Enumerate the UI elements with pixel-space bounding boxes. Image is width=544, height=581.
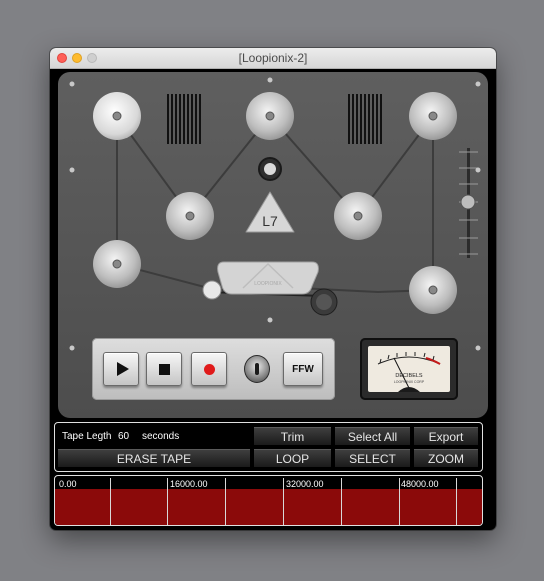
app-window: [Loopionix-2] L7 LOOPIONIX FFW DECIBELS …: [50, 48, 496, 530]
ffw-label: FFW: [292, 363, 314, 375]
tape-length-value[interactable]: 60: [118, 431, 129, 442]
tape-head-cover: [217, 261, 319, 295]
select-button[interactable]: SELECT: [335, 449, 410, 467]
badge-label: L7: [262, 213, 278, 229]
tape-deck: L7 LOOPIONIX FFW DECIBELS LOOPIONIX CORP: [58, 72, 488, 418]
play-button[interactable]: [103, 352, 139, 386]
speaker-grille-right: [348, 94, 382, 144]
tick-label: 16000.00: [170, 479, 208, 489]
control-panel: Tape Legth 60 seconds ERASE TAPE Trim LO…: [54, 422, 483, 472]
loop-button[interactable]: LOOP: [254, 449, 331, 467]
stop-icon: [158, 363, 170, 375]
head-label: LOOPIONIX: [254, 281, 282, 287]
timeline[interactable]: 0.00 16000.00 32000.00 48000.00: [54, 475, 483, 526]
vu-label: DECIBELS: [395, 373, 423, 379]
select-all-button[interactable]: Select All: [335, 427, 410, 445]
ffw-button[interactable]: FFW: [283, 352, 323, 386]
play-icon: [116, 362, 129, 376]
tick-label: 32000.00: [286, 479, 324, 489]
vu-maker: LOOPIONIX CORP: [394, 380, 425, 384]
export-button[interactable]: Export: [414, 427, 478, 445]
toggle-knob[interactable]: [244, 355, 270, 383]
tick-label: 48000.00: [401, 479, 439, 489]
waveform-region[interactable]: [55, 489, 482, 525]
tick-label: 0.00: [59, 479, 77, 489]
window-title: [Loopionix-2]: [238, 51, 308, 65]
trim-button[interactable]: Trim: [254, 427, 331, 445]
transport-panel: FFW: [92, 338, 335, 400]
erase-tape-button[interactable]: ERASE TAPE: [58, 449, 250, 467]
record-button[interactable]: [191, 352, 227, 386]
zoom-button[interactable]: ZOOM: [414, 449, 478, 467]
capstan-left: [202, 280, 222, 300]
speaker-grille-left: [167, 94, 201, 144]
stop-button[interactable]: [146, 352, 182, 386]
title-bar: [Loopionix-2]: [50, 48, 496, 69]
tape-length-label: Tape Legth: [62, 431, 112, 442]
tape-length-unit: seconds: [142, 431, 180, 442]
speed-slider-thumb[interactable]: [460, 194, 476, 210]
vu-meter: DECIBELS LOOPIONIX CORP: [360, 338, 458, 400]
record-icon: [203, 363, 215, 375]
